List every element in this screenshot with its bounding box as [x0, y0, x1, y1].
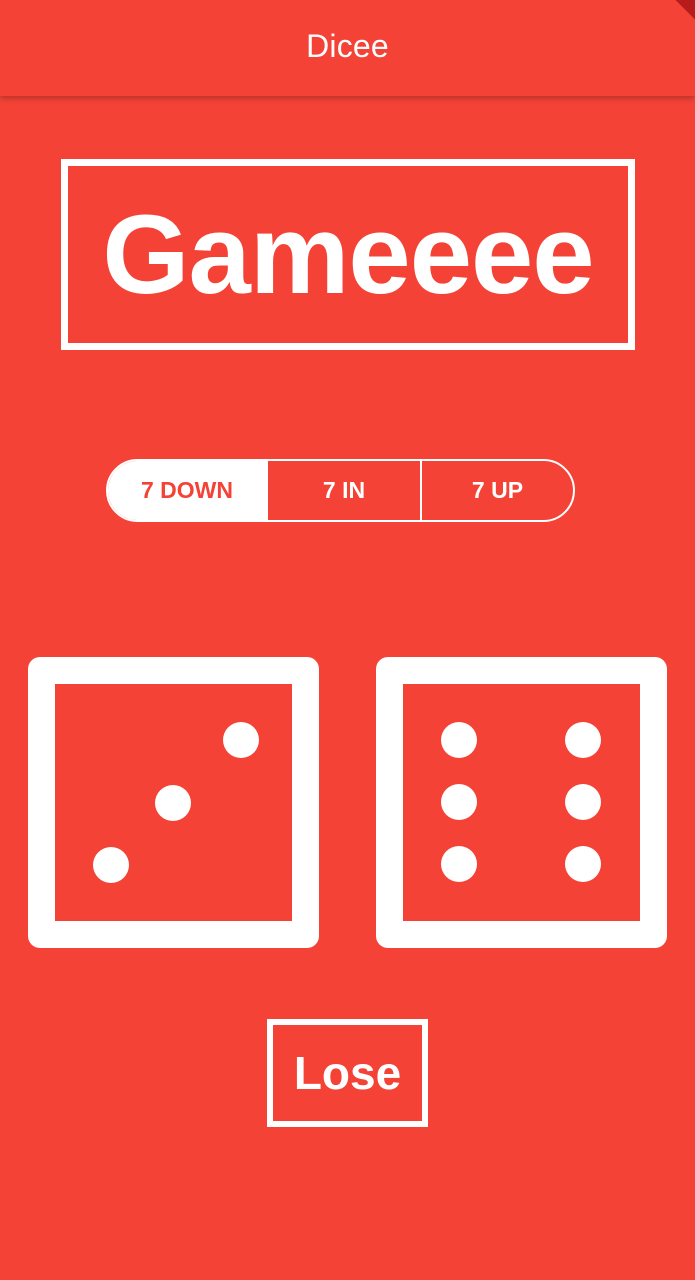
bet-option-7-in[interactable]: 7 IN: [266, 461, 420, 520]
die-pip-dot-icon: [441, 722, 477, 758]
left-die[interactable]: [28, 657, 319, 948]
app-bar: Dicee: [0, 0, 695, 96]
bet-option-7-down[interactable]: 7 DOWN: [108, 461, 266, 520]
die-pip-dot-icon: [441, 784, 477, 820]
die-pip-dot-icon: [441, 846, 477, 882]
left-die-face: [55, 684, 292, 921]
die-pip-dot-icon: [223, 722, 259, 758]
app-title: Dicee: [306, 28, 389, 64]
headline-box: Gameeee: [61, 159, 635, 350]
die-pip-dot-icon: [565, 722, 601, 758]
die-pip-dot-icon: [565, 846, 601, 882]
bet-option-7-up[interactable]: 7 UP: [420, 461, 573, 520]
right-die-face: [403, 684, 640, 921]
right-die[interactable]: [376, 657, 667, 948]
result-box: Lose: [267, 1019, 428, 1127]
die-pip-dot-icon: [565, 784, 601, 820]
die-pip-dot-icon: [155, 785, 191, 821]
bet-toggle-group: 7 DOWN 7 IN 7 UP: [106, 459, 575, 522]
headline-text: Gameeee: [102, 191, 594, 317]
result-text: Lose: [293, 1047, 402, 1099]
die-pip-dot-icon: [93, 847, 129, 883]
